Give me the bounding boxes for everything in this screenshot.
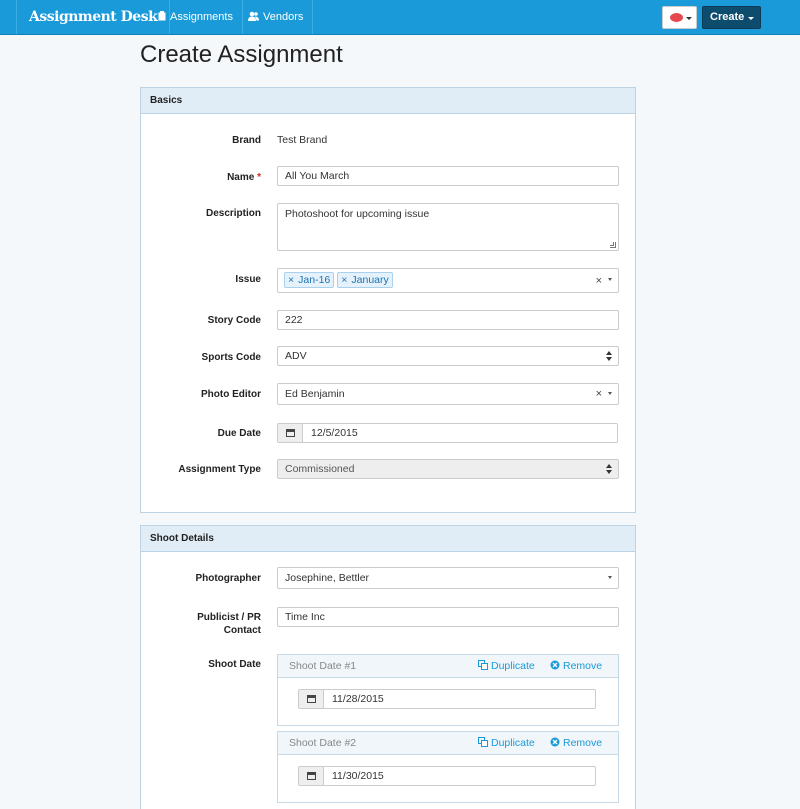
shoot-date-card-header: Shoot Date #1 Duplicate Remove [278,655,618,678]
shoot-date-value: 11/28/2015 [332,693,384,705]
select-arrows-icon [606,351,613,361]
photographer-value: Josephine, Bettler [285,572,370,584]
brand-value: Test Brand [277,134,328,146]
issue-tag-label: January [351,274,389,286]
due-date-input[interactable]: 12/5/2015 [277,423,618,443]
assignment-type-value: Commissioned [285,463,355,475]
duplicate-link[interactable]: Duplicate [478,660,535,672]
page-title: Create Assignment [140,41,343,68]
shoot-date-value: 11/30/2015 [332,770,384,782]
navbar: Assignment Desk Assignments Vendors Crea… [0,0,800,35]
publicist-label-line1: Publicist / PR [197,612,261,623]
chevron-down-icon [686,17,692,20]
shoot-date-card-body: 11/30/2015 [278,755,618,802]
shoot-date-label: Shoot Date [208,659,261,670]
resize-handle-icon[interactable] [610,242,616,248]
photographer-select[interactable]: Josephine, Bettler [277,567,619,589]
calendar-icon [307,695,316,703]
chevron-down-icon[interactable] [608,576,612,579]
shoot-date-title: Shoot Date #2 [289,737,357,749]
description-text: Photoshoot for upcoming issue [285,208,430,220]
description-label: Description [205,208,261,219]
shoot-date-card-header: Shoot Date #2 Duplicate Remove [278,732,618,755]
assignment-type-select[interactable]: Commissioned [277,459,619,479]
remove-icon [550,660,560,670]
shoot-date-card: Shoot Date #2 Duplicate Remove 11/30/201… [277,731,619,803]
calendar-button[interactable] [299,690,324,708]
due-date-value: 12/5/2015 [311,427,358,439]
create-button[interactable]: Create [702,6,761,29]
chevron-down-icon[interactable] [608,278,612,281]
create-button-label: Create [710,11,745,23]
assignment-type-label: Assignment Type [178,464,261,475]
photo-editor-value: Ed Benjamin [285,388,345,400]
duplicate-label: Duplicate [491,737,535,749]
calendar-icon [307,772,316,780]
tag-remove-icon[interactable]: × [288,274,294,286]
duplicate-icon [478,660,488,670]
shoot-date-title: Shoot Date #1 [289,660,357,672]
due-date-label: Due Date [217,428,261,439]
name-input[interactable]: All You March [277,166,619,186]
remove-label: Remove [563,737,603,749]
users-icon [248,11,259,21]
sports-code-label: Sports Code [201,352,261,363]
basics-panel: Basics Brand Test Brand Name * All You M… [140,87,636,513]
remove-icon [550,737,560,747]
issue-tag: × Jan-16 [284,272,335,288]
nav-assignments[interactable]: Assignments [149,0,243,34]
tag-remove-icon[interactable]: × [341,274,347,286]
shoot-date-input[interactable]: 11/28/2015 [298,689,596,709]
sports-code-value: ADV [285,350,307,362]
remove-link[interactable]: Remove [550,737,602,749]
brand-logo[interactable]: Assignment Desk [16,0,171,34]
story-code-input[interactable]: 222 [277,310,619,330]
name-label: Name * [141,171,261,184]
brand-switcher-button[interactable] [662,6,697,29]
name-label-text: Name [227,172,255,183]
shoot-date-card: Shoot Date #1 Duplicate Remove 11/28/201… [277,654,619,726]
publicist-label: Publicist / PR Contact [141,611,261,637]
publicist-input[interactable]: Time Inc [277,607,619,627]
issue-tag: × January [337,272,393,288]
photo-editor-label: Photo Editor [201,389,261,400]
chevron-down-icon[interactable] [608,392,612,395]
photo-editor-select[interactable]: Ed Benjamin × [277,383,619,405]
story-code-label: Story Code [207,315,261,326]
flag-icon [670,13,683,22]
shoot-date-card-body: 11/28/2015 [278,678,618,725]
duplicate-icon [478,737,488,747]
publicist-label-line2: Contact [223,625,261,636]
duplicate-label: Duplicate [491,660,535,672]
basics-heading: Basics [141,88,635,114]
photographer-label: Photographer [195,573,261,584]
issue-multiselect[interactable]: × Jan-16 × January × [277,268,619,293]
remove-label: Remove [563,660,603,672]
nav-vendors[interactable]: Vendors [239,0,314,34]
select-arrows-icon [606,464,613,474]
clipboard-icon [158,11,166,21]
shoot-details-panel: Shoot Details Photographer Josephine, Be… [140,525,636,809]
chevron-down-icon [748,17,754,20]
shoot-details-heading: Shoot Details [141,526,635,552]
description-textarea[interactable]: Photoshoot for upcoming issue [277,203,619,251]
remove-link[interactable]: Remove [550,660,602,672]
nav-assignments-label: Assignments [170,11,233,23]
duplicate-link[interactable]: Duplicate [478,737,535,749]
clear-icon[interactable]: × [596,272,602,290]
nav-vendors-label: Vendors [263,11,304,23]
shoot-date-input[interactable]: 11/30/2015 [298,766,596,786]
clear-icon[interactable]: × [596,384,602,404]
issue-label: Issue [235,274,261,285]
calendar-button[interactable] [278,424,303,442]
brand-label: Brand [232,135,261,146]
required-marker: * [257,172,261,183]
issue-tag-label: Jan-16 [298,274,331,286]
sports-code-select[interactable]: ADV [277,346,619,366]
calendar-button[interactable] [299,767,324,785]
calendar-icon [286,429,295,437]
